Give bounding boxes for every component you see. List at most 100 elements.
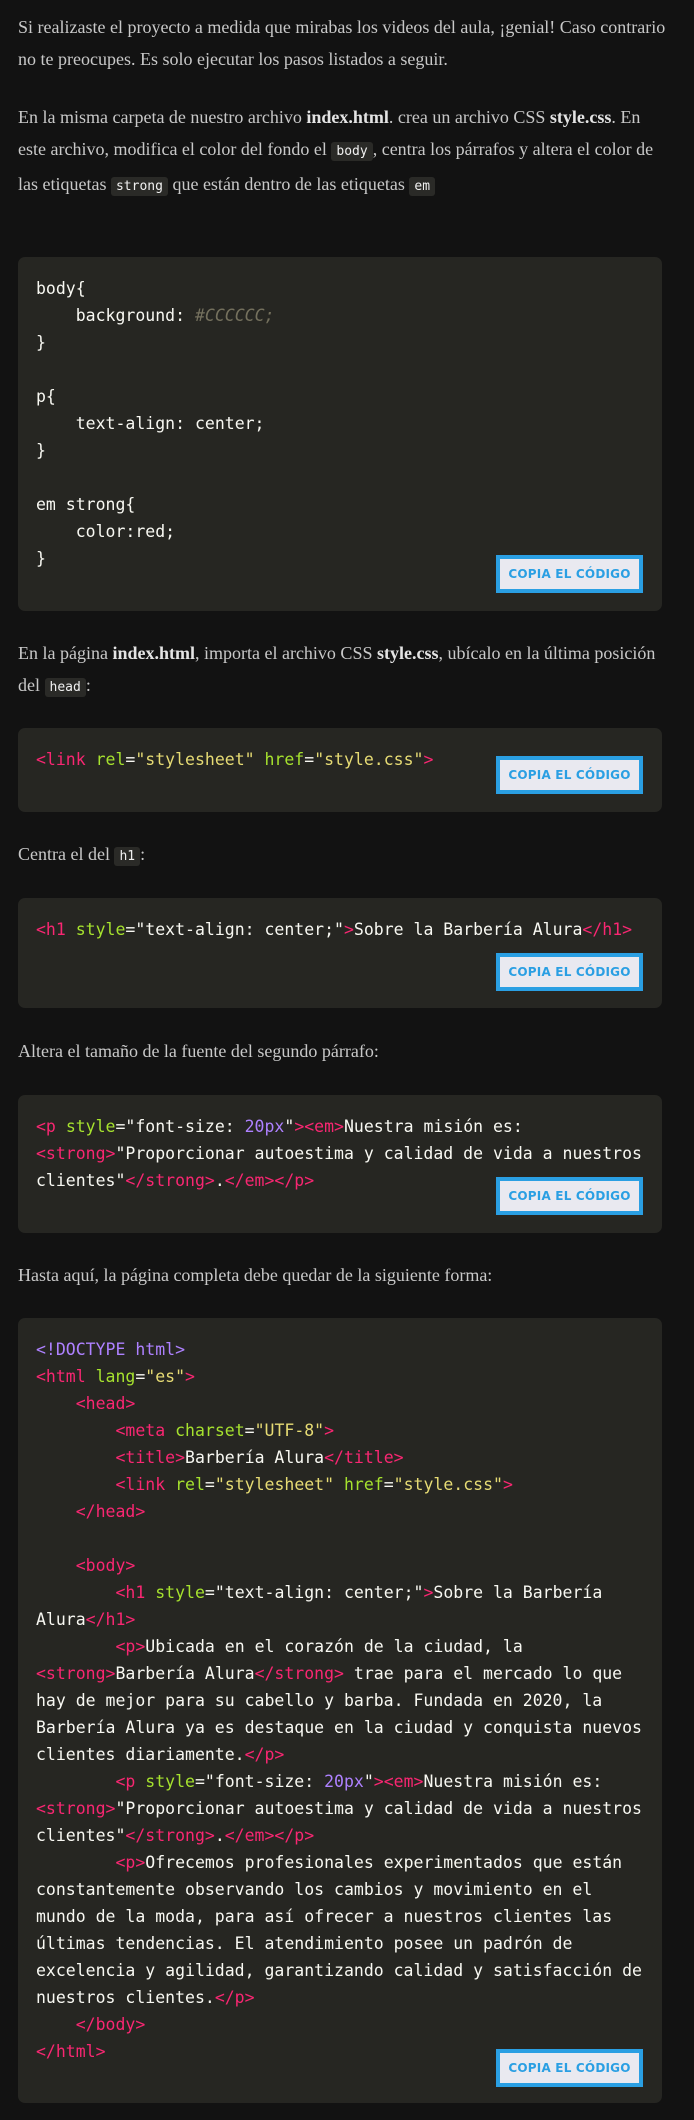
code-text: } [36, 441, 46, 460]
text: : [85, 675, 91, 695]
code-tag: </h1> [85, 1610, 136, 1629]
text: . crea un archivo CSS [388, 107, 550, 127]
instruction-h1-paragraph: Centra el del h1: [18, 838, 668, 873]
code-line: <p>Ubicada en el corazón de la ciudad, l… [36, 1633, 648, 1768]
code-block-h1: <h1 style="text-align: center;">Sobre la… [18, 898, 662, 1008]
code-tag: </em></p> [224, 1826, 315, 1845]
bold-filename: index.html [112, 643, 195, 663]
code-text: Ubicada en el corazón de la ciudad, la [145, 1637, 533, 1656]
code-string: "stylesheet" [135, 750, 265, 769]
code-text: . [214, 1171, 225, 1190]
code-tag: <p [36, 1117, 66, 1136]
code-tag: <strong> [36, 1799, 116, 1818]
code-block-paragraph: <p style="font-size: 20px"><em>Nuestra m… [18, 1095, 662, 1233]
code-block-css: body{ background: #CCCCCC;} p{ text-align… [18, 257, 662, 611]
text: En la misma carpeta de nuestro archivo [18, 107, 307, 127]
code-string: "UTF-8" [254, 1421, 325, 1440]
code-content: body{ background: #CCCCCC;} p{ text-align… [18, 257, 662, 572]
code-attribute: style [75, 920, 126, 939]
code-text: } [36, 549, 46, 568]
code-tag: </body> [75, 2015, 146, 2034]
code-line: text-align: center; [36, 410, 648, 437]
code-tag: </html> [36, 2042, 106, 2061]
code-tag: <html [36, 1367, 96, 1386]
code-tag: <link [36, 750, 96, 769]
code-tag: <body> [75, 1556, 136, 1575]
code-tag: > [502, 1475, 513, 1494]
code-number: <!DOCTYPE html> [36, 1340, 186, 1359]
code-tag: </title> [324, 1448, 404, 1467]
inline-code: strong [110, 177, 168, 196]
code-tag: > [185, 1367, 195, 1386]
code-line: <html lang="es"> [36, 1363, 648, 1390]
inline-code: h1 [114, 847, 141, 866]
code-tag: </h1> [582, 920, 633, 939]
code-text: background: [36, 306, 195, 325]
code-string: "style.css" [314, 750, 424, 769]
code-line: <h1 style="text-align: center;">Sobre la… [36, 916, 648, 943]
code-tag: </strong> [254, 1664, 344, 1683]
inline-code: em [409, 177, 436, 196]
code-string: "style.css" [393, 1475, 503, 1494]
code-tag: <p> [115, 1853, 146, 1872]
code-number: 20px [244, 1117, 285, 1136]
code-block-link: <link rel="stylesheet" href="style.css">… [18, 728, 662, 812]
code-block-full-page: <!DOCTYPE html> <html lang="es"> <head> <… [18, 1318, 662, 2103]
code-line: <head> [36, 1390, 648, 1417]
code-attribute: style [155, 1583, 205, 1602]
instruction-link-paragraph: En la página index.html, importa el arch… [18, 637, 668, 704]
code-attribute: style [145, 1772, 195, 1791]
code-line: background: #CCCCCC; [36, 302, 648, 329]
code-line: <link rel="stylesheet" href="style.css"> [36, 1471, 648, 1498]
code-text: = [204, 1475, 215, 1494]
inline-code: head [44, 678, 86, 697]
code-text: ="font-size: [115, 1117, 245, 1136]
code-tag: ><em> [373, 1772, 424, 1791]
copy-code-button[interactable]: COPIA EL CÓDIGO [496, 756, 643, 794]
code-value: #CCCCCC; [194, 306, 275, 325]
code-text: color:red; [36, 522, 176, 541]
code-text: ="text-align: center;" [125, 920, 344, 939]
copy-code-button[interactable]: COPIA EL CÓDIGO [496, 1177, 643, 1215]
code-line: </body> [36, 2011, 648, 2038]
code-line: } [36, 437, 648, 464]
code-text: = [304, 750, 315, 769]
copy-code-button[interactable]: COPIA EL CÓDIGO [496, 555, 643, 593]
code-tag: </p> [244, 1745, 285, 1764]
code-text: ="font-size: [194, 1772, 325, 1791]
code-tag: <head> [75, 1394, 136, 1413]
code-attribute: href [264, 750, 305, 769]
copy-code-button[interactable]: COPIA EL CÓDIGO [496, 2049, 643, 2087]
code-tag: <p [115, 1772, 146, 1791]
code-text: body{ [36, 279, 86, 298]
intro-paragraph: Si realizaste el proyecto a medida que m… [18, 17, 666, 69]
code-text: = [244, 1421, 255, 1440]
code-tag: > [343, 920, 354, 939]
code-string: "es" [145, 1367, 186, 1386]
code-text: text-align: center; [36, 414, 265, 433]
code-text: = [135, 1367, 146, 1386]
text: Centra el del [18, 844, 115, 864]
code-tag: <h1 [115, 1583, 156, 1602]
code-tag: <title> [115, 1448, 186, 1467]
code-attribute: lang [95, 1367, 136, 1386]
code-attribute: rel [95, 750, 126, 769]
copy-code-button[interactable]: COPIA EL CÓDIGO [496, 953, 643, 991]
code-line: <p>Ofrecemos profesionales experimentado… [36, 1849, 648, 2011]
code-content: <!DOCTYPE html> <html lang="es"> <head> <… [18, 1318, 662, 2065]
code-attribute: charset [175, 1421, 245, 1440]
code-tag: </head> [75, 1502, 146, 1521]
code-text: = [383, 1475, 394, 1494]
code-text: Sobre la Barbería Alura [353, 920, 583, 939]
code-attribute: rel [175, 1475, 205, 1494]
